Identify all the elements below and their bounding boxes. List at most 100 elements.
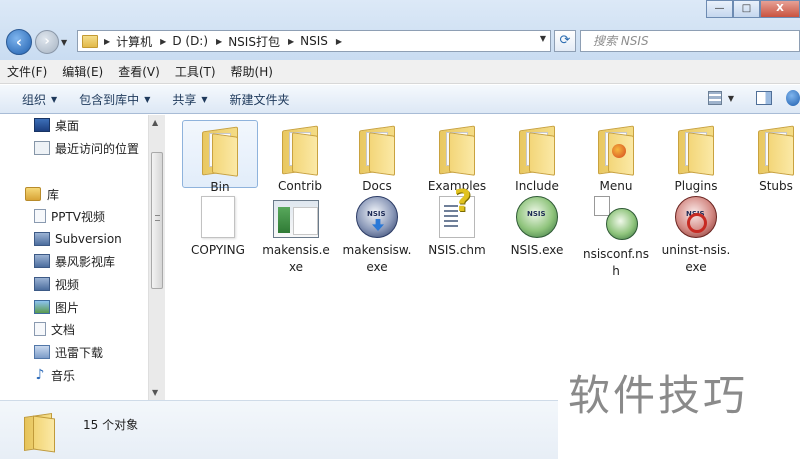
folder-icon (517, 125, 557, 176)
preview-pane-icon[interactable] (756, 91, 772, 105)
menu-help[interactable]: 帮助(H) (231, 63, 273, 80)
sidebar-item-baofeng[interactable]: 暴风影视库 (34, 252, 115, 270)
folder-icon (437, 125, 477, 176)
menu-view[interactable]: 查看(V) (118, 63, 160, 80)
address-history-chevron-down-icon[interactable]: ▼ (540, 34, 546, 43)
file-item-makensisw-exe[interactable]: NSIS makensisw.exe (339, 190, 415, 276)
breadcrumb-item-nsis[interactable]: NSIS ▶ (300, 34, 348, 48)
change-view-icon[interactable] (707, 91, 722, 105)
sidebar-item-music[interactable]: ♪ 音乐 (34, 366, 75, 384)
view-options-chevron-down-icon[interactable]: ▼ (728, 94, 734, 103)
video-icon (34, 277, 50, 291)
sidebar-item-desktop[interactable]: 桌面 (34, 116, 79, 134)
scroll-down-icon[interactable]: ▼ (152, 388, 158, 397)
toolbar-right: ▼ (707, 90, 800, 106)
recent-places-icon (34, 141, 50, 155)
download-icon (34, 345, 50, 359)
address-bar[interactable]: ▶ 计算机 ▶ D (D:) ▶ NSIS打包 ▶ NSIS ▶ ▼ (77, 30, 551, 52)
new-folder-button[interactable]: 新建文件夹 (230, 91, 290, 108)
file-label: makensis.exe (262, 243, 330, 274)
title-bar: — □ X ‹ › ▼ ▶ 计算机 ▶ D (D:) ▶ NSIS打包 ▶ NSIS ▶… (0, 0, 800, 60)
command-bar: 组织 ▼ 包含到库中 ▼ 共享 ▼ 新建文件夹 ▼ (0, 85, 800, 114)
folder-item-plugins[interactable]: Plugins (658, 120, 734, 195)
firefox-folder-icon (596, 125, 636, 176)
recent-pages-chevron-down-icon[interactable]: ▼ (61, 38, 67, 47)
nsis-script-icon (594, 196, 638, 242)
folder-icon (357, 125, 397, 176)
menu-edit[interactable]: 编辑(E) (62, 63, 103, 80)
folder-item-bin[interactable]: Bin (182, 120, 258, 194)
include-in-library-button[interactable]: 包含到库中 ▼ (79, 91, 150, 108)
sidebar-group-label: 库 (47, 187, 60, 202)
sidebar-item-subversion[interactable]: Subversion (34, 230, 122, 248)
refresh-icon[interactable]: ⟳ (554, 30, 576, 52)
breadcrumb-item-nsis-pack[interactable]: NSIS打包 ▶ (228, 33, 300, 50)
file-item-makensis-exe[interactable]: makensis.exe (258, 190, 334, 276)
sidebar-item-label: 文档 (51, 322, 76, 337)
pictures-icon (34, 300, 50, 314)
forward-button[interactable]: › (35, 30, 59, 54)
search-input[interactable]: 搜索 NSIS (580, 30, 800, 52)
organize-button[interactable]: 组织 ▼ (22, 91, 57, 108)
file-label: nsisconf.nsh (582, 247, 649, 278)
sidebar-item-documents[interactable]: 文档 (34, 320, 75, 338)
sidebar-item-recent-places[interactable]: 最近访问的位置 (34, 139, 139, 157)
watermark: 软件技巧 (568, 371, 749, 420)
breadcrumb-item-drive[interactable]: D (D:) ▶ (172, 34, 228, 48)
include-in-library-label: 包含到库中 (79, 92, 140, 107)
sidebar-item-label: Subversion (55, 232, 122, 246)
menu-file[interactable]: 文件(F) (7, 63, 47, 80)
file-item-nsisconf-nsh[interactable]: nsisconf.nsh (578, 190, 654, 280)
navigation-scrollbar[interactable]: ▲ ▼ (148, 115, 165, 400)
back-button[interactable]: ‹ (6, 29, 32, 55)
help-icon[interactable] (786, 90, 800, 106)
help-file-icon: ? (439, 187, 475, 238)
folder-icon (280, 125, 320, 176)
file-item-nsis-chm[interactable]: ? NSIS.chm (419, 187, 495, 259)
new-folder-label: 新建文件夹 (229, 92, 290, 107)
close-button[interactable]: X (760, 0, 800, 18)
folder-item-stubs[interactable]: Stubs (738, 120, 800, 195)
breadcrumb-separator[interactable]: ▶ (102, 37, 116, 46)
sidebar-item-label: 视频 (55, 277, 80, 292)
minimize-button[interactable]: — (706, 0, 733, 18)
folder-item-docs[interactable]: Docs (339, 120, 415, 195)
folder-item-menu[interactable]: Menu (578, 120, 654, 195)
folder-icon (676, 125, 716, 176)
scroll-up-icon[interactable]: ▲ (152, 118, 158, 127)
sidebar-item-label: 桌面 (55, 118, 80, 133)
file-item-copying[interactable]: COPYING (180, 190, 256, 259)
organize-label: 组织 (22, 92, 47, 107)
maximize-button[interactable]: □ (733, 0, 760, 18)
scrollbar-thumb[interactable] (151, 152, 163, 289)
file-label: Stubs (759, 179, 793, 193)
window-controls: — □ X (706, 0, 800, 18)
nsis-installer-icon: NSIS (356, 196, 398, 238)
file-item-nsis-exe[interactable]: NSIS NSIS.exe (499, 190, 575, 259)
uninstaller-icon: NSIS (675, 196, 717, 238)
sidebar-item-label: 迅雷下载 (55, 345, 104, 360)
sidebar-item-pptv[interactable]: PPTV视频 (34, 207, 105, 225)
sidebar-item-label: 最近访问的位置 (55, 141, 140, 156)
sidebar-item-pictures[interactable]: 图片 (34, 298, 79, 316)
sidebar-item-videos[interactable]: 视频 (34, 275, 79, 293)
folder-icon (82, 34, 98, 48)
folder-item-include[interactable]: Include (499, 120, 575, 195)
folder-icon (24, 411, 56, 453)
navigation-buttons: ‹ › ▼ (6, 29, 67, 55)
document-icon (34, 209, 46, 223)
file-item-uninst-nsis-exe[interactable]: NSIS uninst-nsis.exe (658, 190, 734, 276)
menu-tools[interactable]: 工具(T) (175, 63, 216, 80)
navigation-pane: 桌面 最近访问的位置 库 PPTV视频 Subversion 暴风影视库 视频 … (0, 115, 148, 400)
sidebar-item-xunlei[interactable]: 迅雷下载 (34, 343, 103, 361)
breadcrumb-item-computer[interactable]: 计算机 ▶ (116, 33, 172, 50)
file-label: NSIS.exe (510, 243, 564, 257)
video-icon (34, 232, 50, 246)
folder-item-contrib[interactable]: Contrib (262, 120, 338, 195)
nsis-menu-icon: NSIS (516, 196, 558, 238)
item-count: 15 个对象 (83, 418, 139, 432)
details-pane: 15 个对象 (0, 400, 558, 459)
share-button[interactable]: 共享 ▼ (172, 91, 207, 108)
share-label: 共享 (172, 92, 197, 107)
sidebar-item-libraries[interactable]: 库 (25, 185, 59, 203)
